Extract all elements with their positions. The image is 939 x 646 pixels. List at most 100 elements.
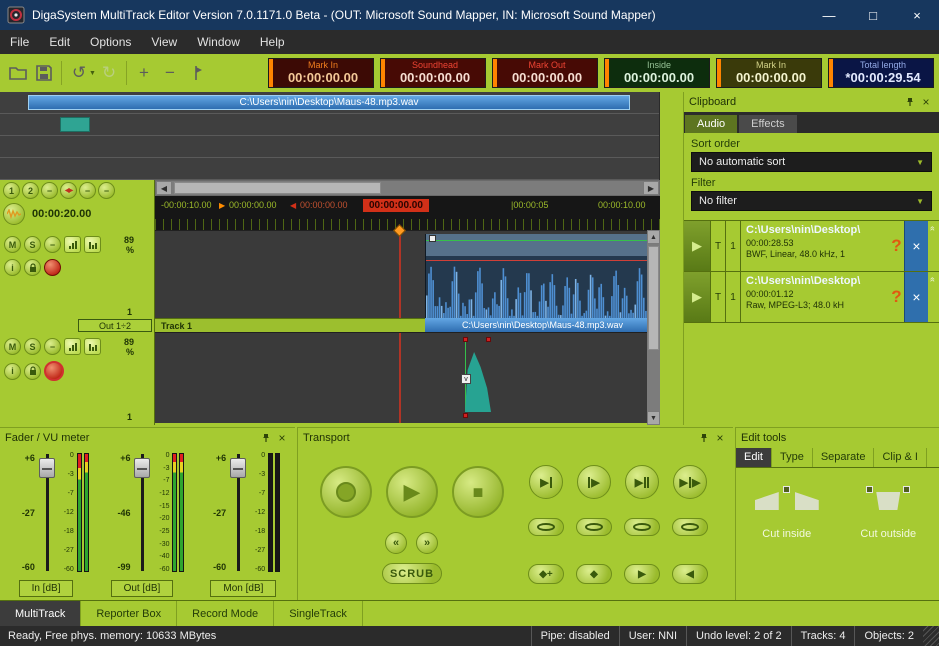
in-fader-slider[interactable]	[38, 451, 56, 574]
menu-options[interactable]: Options	[80, 30, 141, 54]
move-up-icon[interactable]: «	[928, 272, 939, 322]
filter-select[interactable]: No filter ▼	[691, 191, 932, 211]
cut-inside-tool[interactable]: Cut inside	[736, 486, 838, 540]
menu-edit[interactable]: Edit	[39, 30, 80, 54]
track2-meter-button-2[interactable]	[84, 338, 101, 355]
move-up-icon[interactable]: «	[928, 221, 939, 271]
tab-multitrack[interactable]: MultiTrack	[0, 601, 81, 626]
track1-clip[interactable]	[425, 234, 660, 318]
track1-record-button[interactable]	[44, 259, 61, 276]
marker-button[interactable]	[183, 60, 209, 86]
horizontal-scrollbar[interactable]: ◀ ▶	[155, 180, 660, 196]
maximize-button[interactable]: □	[851, 0, 895, 30]
question-icon[interactable]: ?	[889, 272, 904, 322]
clip-gain-line[interactable]	[426, 240, 660, 241]
tab-reporter-box[interactable]: Reporter Box	[81, 601, 177, 626]
track2-dash-button[interactable]: −	[44, 338, 61, 355]
overwrite-mode-button[interactable]: ◆	[576, 564, 612, 584]
clip-marker-handle[interactable]	[463, 413, 468, 418]
pin-icon[interactable]	[902, 97, 918, 107]
redo-button[interactable]: ↻	[96, 60, 122, 86]
scroll-down-button[interactable]: ▼	[647, 411, 660, 425]
loop-play-over-button[interactable]	[624, 518, 660, 536]
clipboard-item[interactable]: ▶ T 1 C:\Users\nin\Desktop\ 00:00:01.12 …	[684, 272, 939, 323]
track1-name[interactable]: Track 1	[155, 318, 425, 332]
vertical-scrollbar[interactable]: ▲ ▼	[647, 230, 660, 425]
menu-window[interactable]: Window	[187, 30, 250, 54]
close-button[interactable]: ×	[895, 0, 939, 30]
view-button-1[interactable]: 1	[3, 182, 20, 199]
close-panel-icon[interactable]: ×	[918, 95, 934, 109]
insert-mode-button[interactable]: ◆+	[528, 564, 564, 584]
pin-icon[interactable]	[258, 433, 274, 443]
track2-canvas[interactable]: v	[155, 332, 660, 423]
scroll-left-button[interactable]: ◀	[156, 181, 172, 195]
undo-dropdown-caret[interactable]: ▼	[89, 70, 96, 77]
track2-meter-button[interactable]	[64, 338, 81, 355]
timeline-ruler[interactable]: -00:00:10.00 ▶ 00:00:00.00 ◀ 00:00:00.00…	[155, 196, 660, 230]
mon-fader-slider[interactable]	[229, 451, 247, 574]
tab-record-mode[interactable]: Record Mode	[177, 601, 274, 626]
zoom-out-button[interactable]: −	[157, 60, 183, 86]
overview-clip[interactable]: C:\Users\nin\Desktop\Maus-48.mp3.wav	[28, 95, 630, 110]
view-dash-button[interactable]: −	[41, 182, 58, 199]
clip-marker-handle[interactable]	[486, 337, 491, 342]
view-button-2[interactable]: 2	[22, 182, 39, 199]
clip-handle[interactable]	[429, 235, 436, 242]
scroll-right-button[interactable]: ▶	[643, 181, 659, 195]
soundhead-line[interactable]	[399, 333, 401, 423]
vscroll-track[interactable]	[647, 244, 660, 411]
menu-help[interactable]: Help	[250, 30, 295, 54]
track1-dash-button[interactable]: −	[44, 236, 61, 253]
tab-clip[interactable]: Clip & I	[874, 448, 926, 467]
tab-edit[interactable]: Edit	[736, 448, 772, 467]
forward-button[interactable]: »	[416, 532, 438, 554]
loop-selection-button[interactable]	[672, 518, 708, 536]
save-button[interactable]	[31, 60, 57, 86]
track2-lock-button[interactable]	[24, 363, 41, 380]
loop-play-to-button[interactable]	[528, 518, 564, 536]
step-forward-button[interactable]: ▶	[624, 564, 660, 584]
play-selection-button[interactable]: ▶▶	[673, 465, 707, 499]
view-dash-button-3[interactable]: −	[98, 182, 115, 199]
track2-clip[interactable]: v	[463, 338, 493, 420]
open-button[interactable]	[5, 60, 31, 86]
close-panel-icon[interactable]: ×	[712, 431, 728, 445]
track1-canvas[interactable]	[155, 230, 660, 318]
track1-solo-button[interactable]: S	[24, 236, 41, 253]
track1-info-button[interactable]: i	[4, 259, 21, 276]
record-button[interactable]	[320, 466, 372, 518]
play-over-cut-button[interactable]: ▶	[625, 465, 659, 499]
track1-meter-button[interactable]	[64, 236, 81, 253]
play-button[interactable]: ▶	[386, 466, 438, 518]
track2-info-button[interactable]: i	[4, 363, 21, 380]
menu-file[interactable]: File	[0, 30, 39, 54]
zoom-in-button[interactable]: +	[131, 60, 157, 86]
hscroll-track[interactable]	[172, 181, 643, 195]
track2-mute-button[interactable]: M	[4, 338, 21, 355]
track1-lock-button[interactable]	[24, 259, 41, 276]
remove-clip-button[interactable]: ×	[904, 221, 928, 271]
play-clip-button[interactable]: ▶	[684, 272, 711, 322]
clip-volume-point[interactable]: v	[461, 374, 471, 384]
tab-singletrack[interactable]: SingleTrack	[274, 601, 363, 626]
resize-grip[interactable]	[923, 626, 939, 646]
tab-separate[interactable]: Separate	[813, 448, 875, 467]
remove-clip-button[interactable]: ×	[904, 272, 928, 322]
fader-handle[interactable]	[230, 458, 246, 478]
range-marker-button[interactable]: ◀▶	[60, 182, 77, 199]
step-back-button[interactable]: ◀	[672, 564, 708, 584]
stop-button[interactable]: ■	[452, 466, 504, 518]
track1-mute-button[interactable]: M	[4, 236, 21, 253]
play-clip-button[interactable]: ▶	[684, 221, 711, 271]
track1-output-routing[interactable]: Out 1÷2	[78, 319, 152, 332]
minimize-button[interactable]: —	[807, 0, 851, 30]
out-fader-slider[interactable]	[133, 451, 151, 574]
sort-order-select[interactable]: No automatic sort ▼	[691, 152, 932, 172]
tab-type[interactable]: Type	[772, 448, 813, 467]
fader-handle[interactable]	[134, 458, 150, 478]
track2-solo-button[interactable]: S	[24, 338, 41, 355]
question-icon[interactable]: ?	[889, 221, 904, 271]
play-from-mark-button[interactable]: ▶	[577, 465, 611, 499]
tab-effects[interactable]: Effects	[739, 115, 796, 133]
